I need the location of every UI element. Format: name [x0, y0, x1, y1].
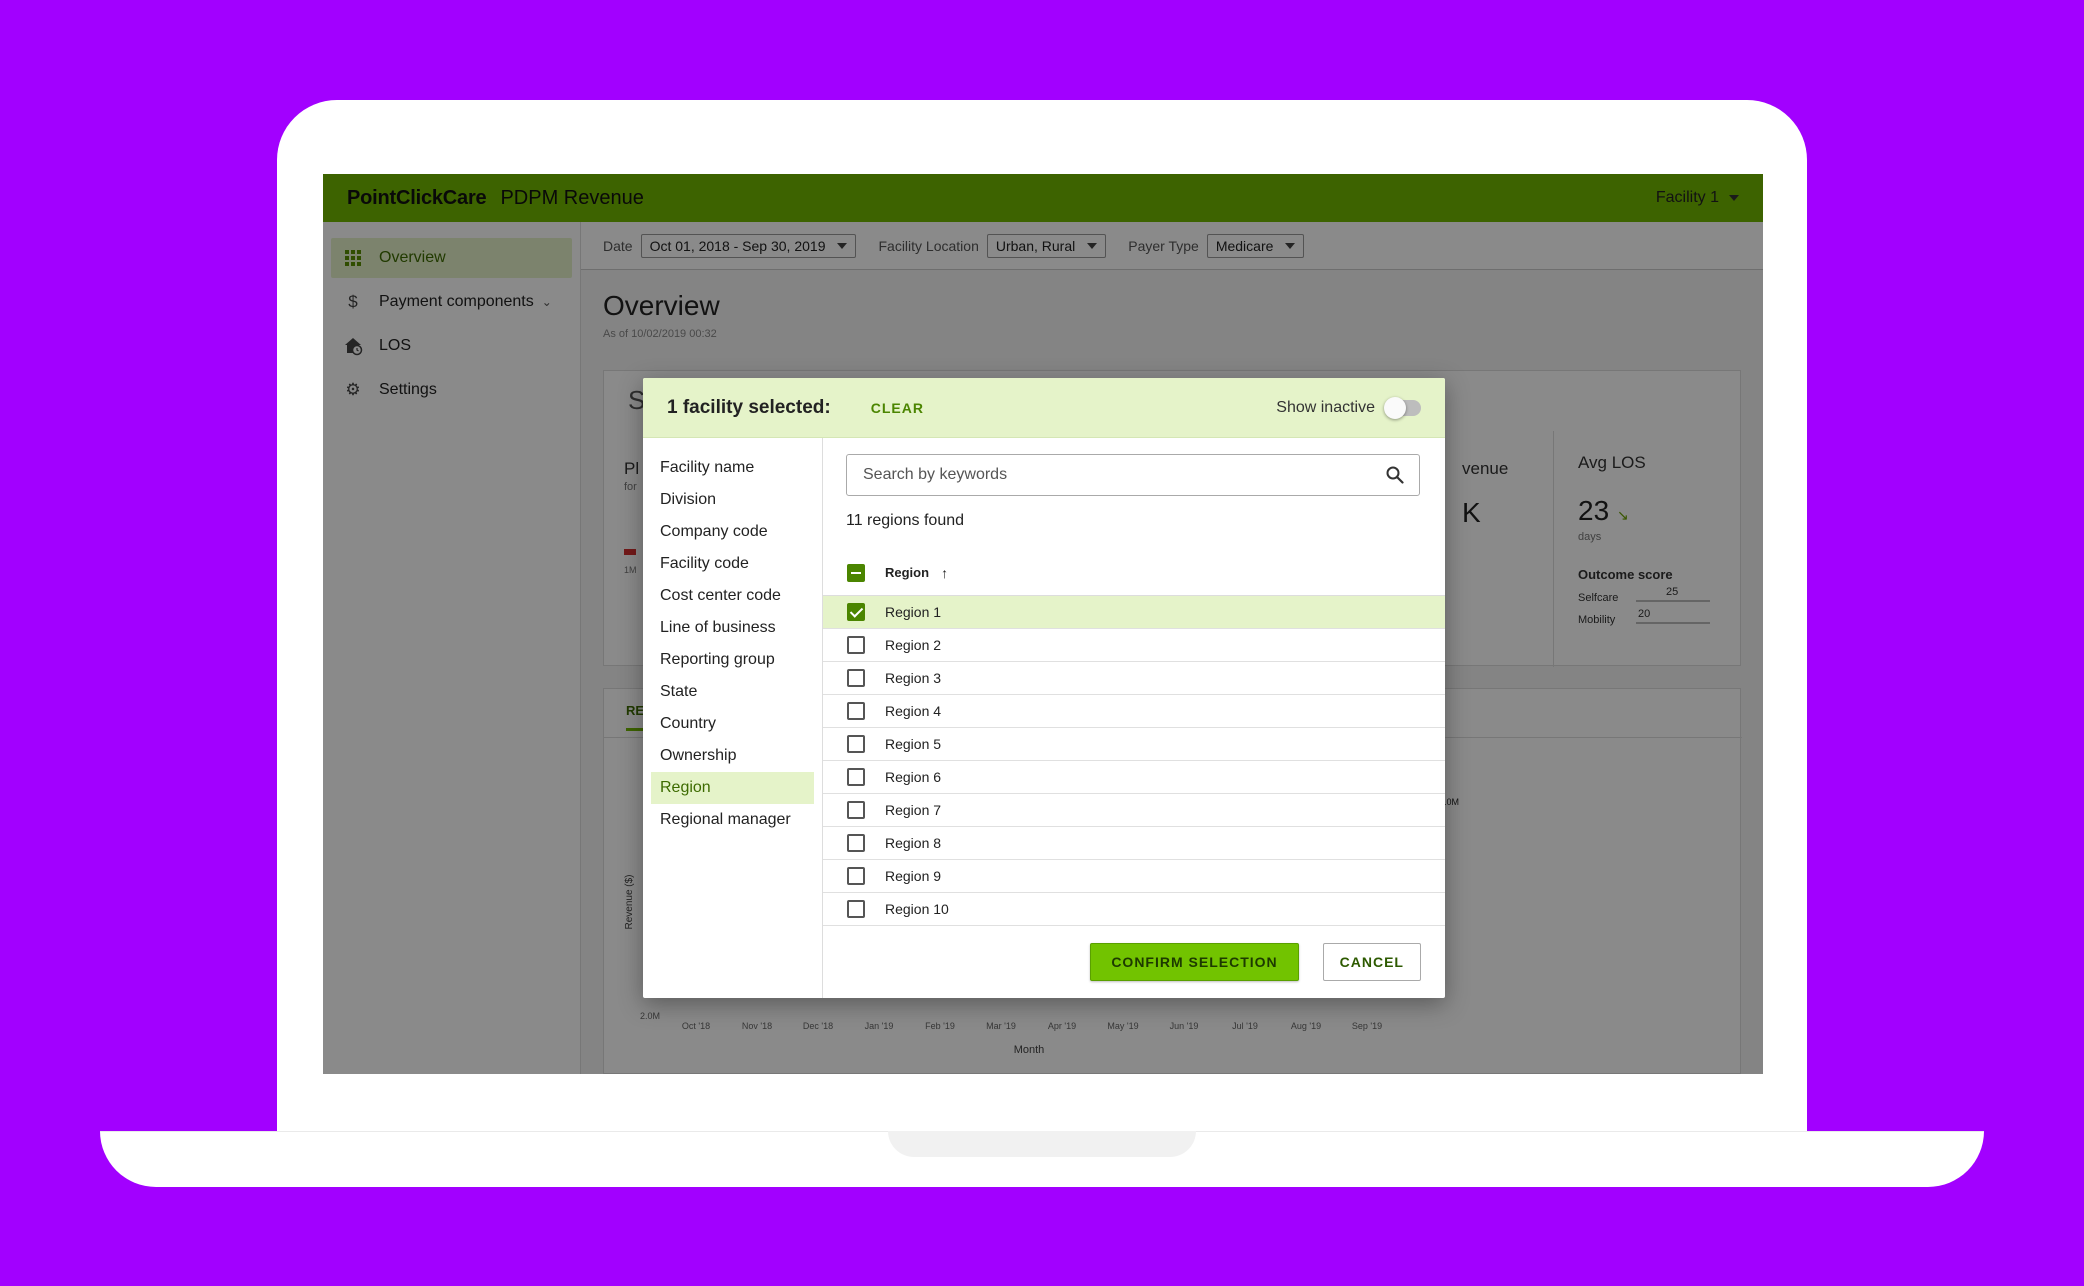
- row-label: Region 2: [885, 637, 942, 653]
- column-header-region[interactable]: Region: [885, 565, 929, 580]
- cancel-button[interactable]: CANCEL: [1322, 943, 1421, 981]
- row-label: Region 3: [885, 670, 942, 686]
- category-ownership[interactable]: Ownership: [651, 740, 814, 772]
- toggle-knob: [1384, 396, 1406, 419]
- search-icon[interactable]: [1385, 465, 1405, 485]
- dialog-title: 1 facility selected:: [667, 396, 831, 418]
- row-label: Region 6: [885, 769, 942, 785]
- category-facility-code[interactable]: Facility code: [651, 548, 814, 580]
- category-company-code[interactable]: Company code: [651, 516, 814, 548]
- list-item[interactable]: Region 9: [823, 860, 1445, 893]
- category-region[interactable]: Region: [651, 772, 814, 804]
- results-count: 11 regions found: [846, 512, 965, 529]
- row-checkbox[interactable]: [847, 702, 865, 720]
- row-checkbox[interactable]: [847, 834, 865, 852]
- row-checkbox[interactable]: [847, 603, 865, 621]
- laptop-notch: [888, 1131, 1196, 1157]
- list-item[interactable]: Region 1: [823, 596, 1445, 629]
- row-checkbox[interactable]: [847, 867, 865, 885]
- search-input[interactable]: [863, 466, 1385, 484]
- arrow-up-icon[interactable]: ↑: [941, 565, 948, 581]
- list-item[interactable]: Region 10: [823, 893, 1445, 926]
- list-item[interactable]: Region 2: [823, 629, 1445, 662]
- category-list: Facility name Division Company code Faci…: [643, 438, 823, 998]
- row-checkbox[interactable]: [847, 768, 865, 786]
- show-inactive-control: Show inactive: [1276, 396, 1421, 419]
- category-cost-center-code[interactable]: Cost center code: [651, 580, 814, 612]
- row-checkbox[interactable]: [847, 669, 865, 687]
- row-label: Region 10: [885, 901, 949, 917]
- list-item[interactable]: Region 5: [823, 728, 1445, 761]
- show-inactive-toggle[interactable]: [1384, 396, 1421, 419]
- category-state[interactable]: State: [651, 676, 814, 708]
- category-country[interactable]: Country: [651, 708, 814, 740]
- category-regional-manager[interactable]: Regional manager: [651, 804, 814, 836]
- list-item[interactable]: Region 8: [823, 827, 1445, 860]
- row-label: Region 7: [885, 802, 942, 818]
- show-inactive-label: Show inactive: [1276, 398, 1375, 416]
- search-field: [846, 454, 1420, 496]
- dialog-actions: CONFIRM SELECTION CANCEL: [823, 926, 1445, 998]
- select-all-checkbox[interactable]: [847, 563, 865, 582]
- list-item[interactable]: Region 6: [823, 761, 1445, 794]
- row-label: Region 5: [885, 736, 942, 752]
- list-item[interactable]: Region 7: [823, 794, 1445, 827]
- row-label: Region 4: [885, 703, 942, 719]
- confirm-selection-button[interactable]: CONFIRM SELECTION: [1090, 943, 1299, 981]
- list-item[interactable]: Region 3: [823, 662, 1445, 695]
- region-list: Region 1 Region 2 Region 3 Region 4 Regi…: [823, 596, 1445, 926]
- category-line-of-business[interactable]: Line of business: [651, 612, 814, 644]
- row-checkbox[interactable]: [847, 801, 865, 819]
- row-label: Region 1: [885, 604, 942, 620]
- category-facility-name[interactable]: Facility name: [651, 452, 814, 484]
- selection-panel: 11 regions found Region ↑ Region 1 Regio…: [823, 438, 1445, 998]
- facility-selector-dialog: 1 facility selected: CLEAR Show inactive…: [643, 378, 1445, 998]
- app-screen: PointClickCare PDPM Revenue Facility 1 O…: [323, 174, 1763, 1074]
- row-checkbox[interactable]: [847, 900, 865, 918]
- clear-button[interactable]: CLEAR: [871, 400, 924, 416]
- row-label: Region 9: [885, 868, 942, 884]
- row-checkbox[interactable]: [847, 735, 865, 753]
- category-division[interactable]: Division: [651, 484, 814, 516]
- list-header: Region ↑: [823, 550, 1445, 596]
- dialog-header: 1 facility selected: CLEAR Show inactive: [643, 378, 1445, 438]
- row-checkbox[interactable]: [847, 636, 865, 654]
- category-reporting-group[interactable]: Reporting group: [651, 644, 814, 676]
- list-item[interactable]: Region 4: [823, 695, 1445, 728]
- row-label: Region 8: [885, 835, 942, 851]
